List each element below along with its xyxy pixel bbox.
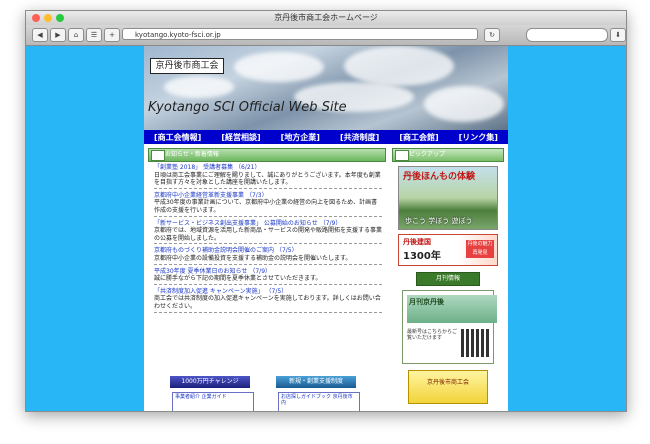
news-item-date: （7/5） xyxy=(275,247,298,255)
news-item-date: （6/21） xyxy=(235,164,261,171)
news-item-title[interactable]: 「新サービス・ビジネス創出支援事業」 公募開始のお知らせ xyxy=(154,220,318,227)
search-field[interactable] xyxy=(526,28,608,42)
qr-caption: 最新号はこちらからご覧いただけます xyxy=(407,329,458,341)
bookmarks-icon[interactable]: ☰ xyxy=(86,28,102,42)
nav-item-consult[interactable]: [経営相談] xyxy=(221,132,260,143)
nav-item-links[interactable]: [リンク集] xyxy=(459,132,498,143)
news-item-title[interactable]: 京都府中小企業経営革新支援事業 xyxy=(154,192,244,199)
news-item-date: （7/9） xyxy=(319,219,342,227)
site-banner: 京丹後市商工会 Kyotango SCI Official Web Site xyxy=(144,46,508,130)
add-tab-icon[interactable]: + xyxy=(104,28,120,42)
download-icon[interactable]: ⬇ xyxy=(610,28,626,42)
main-nav: [商工会情報] [経営相談] [地方企業] [共済制度] [商工会館] [リンク… xyxy=(144,130,508,144)
nav-item-hall[interactable]: [商工会館] xyxy=(399,132,438,143)
news-item: 平成30年度 夏季休業日のお知らせ （7/9） 誠に勝手ながら下記の期間を夏季休… xyxy=(154,268,382,285)
reload-icon[interactable]: ↻ xyxy=(484,28,500,42)
pickup-header: ピックアップ xyxy=(392,148,504,162)
monthly-magazine-card[interactable]: 月刊京丹後 最新号はこちらからご覧いただけます xyxy=(402,290,497,364)
monthly-header: 月刊情報 xyxy=(416,272,480,286)
qr-code-icon xyxy=(461,329,489,357)
promo-title: 丹後ほんもの体験 xyxy=(403,172,476,182)
startup-support-button[interactable]: 新規・創業支援制度 xyxy=(276,376,356,388)
news-header: お知らせ・新着情報 xyxy=(148,148,386,162)
news-item-body: 平成30年度の事業計画について、京都府中小企業の経営の向上を図るため、計画書作成… xyxy=(154,199,378,214)
news-item-date: （7/3） xyxy=(245,191,268,199)
window-title: 京丹後市商工会ホームページ xyxy=(274,13,378,22)
news-item-title[interactable]: 平成30年度 夏季休業日のお知らせ xyxy=(154,268,247,275)
promo-subtitle: 歩こう 学ぼう 遊ぼう xyxy=(405,217,473,225)
magazine-cover: 月刊京丹後 xyxy=(407,295,497,323)
news-column: お知らせ・新着情報 「創業塾 2018」 受講者募集 （6/21） 日頃は商工会… xyxy=(148,148,386,358)
sidebar-column: ピックアップ 丹後ほんもの体験 歩こう 学ぼう 遊ぼう 丹後建国 1300年 丹… xyxy=(392,148,504,411)
address-bar[interactable]: kyotango.kyoto-fsci.or.jp xyxy=(122,28,478,40)
news-item-body: 京都府中小企業の設備投資を支援する補助金の説明会を開催いたします。 xyxy=(154,254,352,262)
news-list: 「創業塾 2018」 受講者募集 （6/21） 日頃は商工会事業にご理解を賜りま… xyxy=(148,162,386,313)
news-item-date: （7/5） xyxy=(265,287,288,295)
window-titlebar: 京丹後市商工会ホームページ xyxy=(26,11,626,25)
promo-title: 丹後建国 xyxy=(403,238,431,246)
nav-item-companies[interactable]: [地方企業] xyxy=(281,132,320,143)
site-title: Kyotango SCI Official Web Site xyxy=(148,100,347,115)
browser-window: 京丹後市商工会ホームページ ◀ ▶ ⌂ ☰ + kyotango.kyoto-f… xyxy=(25,10,627,412)
business-guide-box[interactable]: 事業者紹介 企業ガイド xyxy=(172,392,254,411)
pickup-tag-icon xyxy=(395,150,409,161)
news-item-title[interactable]: 京都府ものづくり補助金説明会開催のご案内 xyxy=(154,247,274,254)
promo-banner-yellow[interactable]: 京丹後市商工会 xyxy=(408,370,488,404)
news-item: 京都府ものづくり補助金説明会開催のご案内 （7/5） 京都府中小企業の設備投資を… xyxy=(154,247,382,265)
news-item: 「共済制度加入促進 キャンペーン実施」 （7/5） 商工会では共済制度の加入促進… xyxy=(154,288,382,313)
news-tag-icon xyxy=(151,150,165,161)
back-icon[interactable]: ◀ xyxy=(32,28,48,42)
news-item-date: （7/9） xyxy=(249,267,272,275)
news-item-body: 誠に勝手ながら下記の期間を夏季休業とさせていただきます。 xyxy=(154,275,322,283)
web-page: 京丹後市商工会 Kyotango SCI Official Web Site [… xyxy=(144,46,508,411)
site-logo[interactable]: 京丹後市商工会 xyxy=(150,58,224,74)
close-icon[interactable] xyxy=(32,14,40,22)
promo-badge: 丹後の魅力 再発見 xyxy=(466,240,494,258)
shop-guide-box[interactable]: お店探しガイドブック 京丹後市内 xyxy=(278,392,360,411)
nav-item-mutual-aid[interactable]: [共済制度] xyxy=(340,132,379,143)
url-text: kyotango.kyoto-fsci.or.jp xyxy=(135,31,221,39)
promo-years: 1300年 xyxy=(403,251,441,262)
home-icon[interactable]: ⌂ xyxy=(68,28,84,42)
news-item: 「創業塾 2018」 受講者募集 （6/21） 日頃は商工会事業にご理解を賜りま… xyxy=(154,164,382,189)
minimize-icon[interactable] xyxy=(44,14,52,22)
browser-toolbar: ◀ ▶ ⌂ ☰ + kyotango.kyoto-fsci.or.jp ↻ ⬇ xyxy=(26,25,626,46)
nav-item-info[interactable]: [商工会情報] xyxy=(154,132,201,143)
bottom-boxes: 事業者紹介 企業ガイド お店探しガイドブック 京丹後市内 xyxy=(148,392,386,411)
promo-banner-experience[interactable]: 丹後ほんもの体験 歩こう 学ぼう 遊ぼう xyxy=(398,166,498,230)
news-item: 京都府中小企業経営革新支援事業 （7/3） 平成30年度の事業計画について、京都… xyxy=(154,192,382,217)
news-item-body: 京都府では、地域資源を活用した新商品・サービスの開発や販路開拓を支援する事業の公… xyxy=(154,227,383,242)
news-item-title[interactable]: 「共済制度加入促進 キャンペーン実施」 xyxy=(154,288,264,295)
news-item-title[interactable]: 「創業塾 2018」 受講者募集 xyxy=(154,164,233,171)
window-controls xyxy=(32,14,64,22)
forward-icon[interactable]: ▶ xyxy=(50,28,66,42)
news-item-body: 日頃は商工会事業にご理解を賜りまして、誠にありがとうございます。本年度も創業を目… xyxy=(154,171,381,187)
promo-banner-1300[interactable]: 丹後建国 1300年 丹後の魅力 再発見 xyxy=(398,234,498,266)
news-item-body: 商工会では共済制度の加入促進キャンペーンを実施しております。詳しくはお問い合わせ… xyxy=(154,295,381,310)
challenge-button[interactable]: 1000万円チャレンジ xyxy=(170,376,250,388)
maximize-icon[interactable] xyxy=(56,14,64,22)
news-item: 「新サービス・ビジネス創出支援事業」 公募開始のお知らせ （7/9） 京都府では… xyxy=(154,220,382,245)
bottom-buttons: 1000万円チャレンジ 新規・創業支援制度 xyxy=(148,376,386,392)
